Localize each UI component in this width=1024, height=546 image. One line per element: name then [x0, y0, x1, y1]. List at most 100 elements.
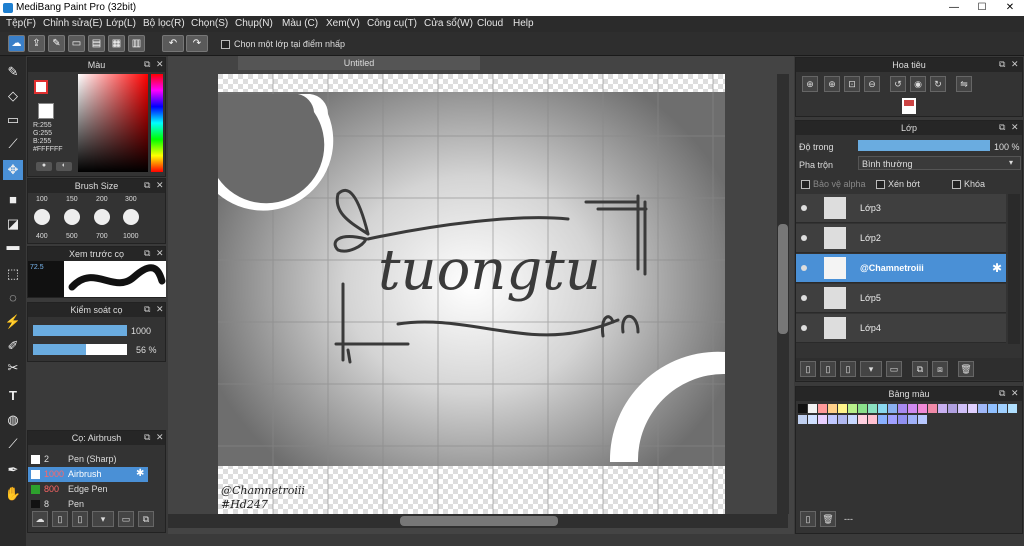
navigator-thumbnail[interactable]: [902, 98, 916, 114]
menu-filter[interactable]: Bộ lọc(R): [143, 18, 185, 29]
lasso-icon[interactable]: ◌: [3, 288, 23, 308]
size-preset-label[interactable]: 100: [36, 196, 48, 203]
document-icon[interactable]: ▤: [88, 35, 105, 52]
brush-item[interactable]: 2 Pen (Sharp): [28, 452, 148, 467]
visibility-icon[interactable]: [801, 295, 807, 301]
palette-swatch[interactable]: [858, 404, 867, 413]
new-brush-icon[interactable]: ▯: [52, 511, 68, 527]
palette-swatch[interactable]: [958, 404, 967, 413]
layer-menu-icon[interactable]: ▾: [860, 361, 882, 377]
layer-row-selected[interactable]: @Chamnetroiii ✱: [796, 254, 1006, 283]
menu-view[interactable]: Xem(V): [326, 18, 360, 29]
expand-icon[interactable]: ⧉: [144, 180, 150, 191]
palette-swatch[interactable]: [978, 404, 987, 413]
layer-row[interactable]: Lớp4: [796, 314, 1006, 343]
brush-menu-icon[interactable]: ▾: [92, 511, 114, 527]
duplicate-icon[interactable]: ⧉: [912, 361, 928, 377]
brush-item[interactable]: 8 Pen: [28, 497, 148, 508]
maximize-button[interactable]: ☐: [972, 0, 992, 16]
palette-swatch[interactable]: [908, 415, 917, 424]
close-panel-icon[interactable]: ✕: [156, 180, 164, 191]
eyedropper-icon[interactable]: ⟋: [3, 434, 23, 454]
saturation-value-picker[interactable]: [78, 74, 148, 172]
gear-icon[interactable]: ✱: [136, 468, 144, 479]
size-preset-label[interactable]: 700: [96, 233, 108, 240]
expand-icon[interactable]: ⧉: [144, 432, 150, 443]
palette-swatch[interactable]: [828, 415, 837, 424]
palette-swatch[interactable]: [968, 404, 977, 413]
merge-icon[interactable]: ⧈: [932, 361, 948, 377]
trash-icon[interactable]: 🗑: [820, 511, 836, 527]
palette-swatch[interactable]: [818, 415, 827, 424]
palette-swatch[interactable]: [1008, 404, 1017, 413]
palette-swatch[interactable]: [798, 415, 807, 424]
primary-color-swatch[interactable]: [34, 80, 48, 94]
visibility-icon[interactable]: [801, 265, 807, 271]
hue-slider[interactable]: [151, 74, 163, 172]
size-preset-dot[interactable]: [34, 209, 50, 225]
gradient-icon[interactable]: ▬: [3, 236, 23, 256]
hand-icon[interactable]: ✋: [3, 484, 23, 504]
line-icon[interactable]: ⟋: [3, 134, 23, 154]
palette-swatch[interactable]: [858, 415, 867, 424]
close-panel-icon[interactable]: ✕: [1011, 59, 1019, 70]
protect-alpha-checkbox[interactable]: [801, 180, 810, 189]
close-panel-icon[interactable]: ✕: [156, 304, 164, 315]
palette-swatch[interactable]: [868, 404, 877, 413]
blend-mode-select[interactable]: Bình thường ▾: [858, 156, 1021, 170]
cloud-icon[interactable]: ☁: [8, 35, 25, 52]
layer-opacity-slider[interactable]: [858, 140, 990, 151]
expand-icon[interactable]: ⧉: [999, 388, 1005, 399]
size-preset-label[interactable]: 1000: [123, 233, 139, 240]
select-pen-icon[interactable]: ✐: [3, 336, 23, 356]
palette-swatch[interactable]: [828, 404, 837, 413]
palette-swatch[interactable]: [948, 404, 957, 413]
move-icon[interactable]: ✥: [3, 160, 23, 180]
menu-tools[interactable]: Công cụ(T): [367, 18, 417, 29]
new-layer-icon[interactable]: ▯: [820, 361, 836, 377]
fill-shape-icon[interactable]: ■: [3, 190, 23, 210]
close-panel-icon[interactable]: ✕: [156, 248, 164, 259]
brush-item-selected[interactable]: 1000 Airbrush ✱: [28, 467, 148, 482]
close-window-button[interactable]: ✕: [1000, 0, 1020, 16]
palette-swatch[interactable]: [818, 404, 827, 413]
palette-swatch[interactable]: [908, 404, 917, 413]
palette-swatch[interactable]: [918, 415, 927, 424]
opacity-slider[interactable]: [33, 344, 127, 355]
brush-item[interactable]: 800 Edge Pen: [28, 482, 148, 497]
grid-icon[interactable]: ▥: [128, 35, 145, 52]
clip-checkbox[interactable]: [876, 180, 885, 189]
undo-icon[interactable]: ↶: [162, 35, 184, 52]
note-icon[interactable]: ▭: [68, 35, 85, 52]
layer-list-scrollbar[interactable]: [1008, 194, 1020, 344]
expand-icon[interactable]: ⧉: [999, 122, 1005, 133]
trash-icon[interactable]: 🗑: [958, 361, 974, 377]
palette-swatch[interactable]: [848, 415, 857, 424]
gear-icon[interactable]: ✱: [992, 261, 1002, 275]
close-panel-icon[interactable]: ✕: [156, 59, 164, 70]
rectangle-icon[interactable]: ▭: [3, 110, 23, 130]
size-preset-dot[interactable]: [94, 209, 110, 225]
color-mode-icon[interactable]: ◐: [56, 162, 72, 171]
layer-row[interactable]: Lớp5: [796, 284, 1006, 313]
close-panel-icon[interactable]: ✕: [1011, 122, 1019, 133]
select-rect-icon[interactable]: ⬚: [3, 264, 23, 284]
palette-swatch[interactable]: [888, 404, 897, 413]
vertical-scrollbar[interactable]: [777, 74, 789, 514]
palette-swatch[interactable]: [848, 404, 857, 413]
artboard[interactable]: tuongtu @Chamnetroiii #Hd247: [218, 74, 725, 514]
size-preset-label[interactable]: 400: [36, 233, 48, 240]
new-layer-icon[interactable]: ▯: [840, 361, 856, 377]
rotate-right-icon[interactable]: ↻: [930, 76, 946, 92]
document-tab[interactable]: Untitled: [238, 56, 480, 70]
close-panel-icon[interactable]: ✕: [156, 432, 164, 443]
reset-rotate-icon[interactable]: ◉: [910, 76, 926, 92]
size-preset-label[interactable]: 500: [66, 233, 78, 240]
magic-wand-icon[interactable]: ⚡: [3, 312, 23, 332]
palette-swatch[interactable]: [938, 404, 947, 413]
menu-file[interactable]: Tệp(F): [6, 18, 36, 29]
redo-icon[interactable]: ↷: [186, 35, 208, 52]
size-preset-label[interactable]: 300: [125, 196, 137, 203]
palette-swatch[interactable]: [898, 415, 907, 424]
comment-icon[interactable]: ✎: [48, 35, 65, 52]
